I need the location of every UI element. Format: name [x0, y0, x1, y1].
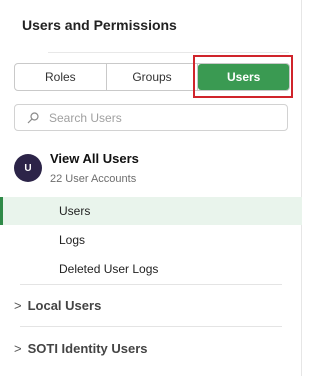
section-divider: [20, 284, 282, 285]
nav-item-deleted-user-logs[interactable]: Deleted User Logs: [0, 255, 302, 283]
panel-title: Users and Permissions: [22, 17, 177, 33]
group-soti-identity-users-label: SOTI Identity Users: [27, 341, 148, 356]
search-icon: [27, 111, 39, 124]
tab-users[interactable]: Users: [198, 64, 290, 90]
nav-item-logs[interactable]: Logs: [0, 226, 302, 254]
title-divider: [48, 52, 289, 53]
account-text: View All Users 22 User Accounts: [50, 150, 139, 185]
tab-segmented-control: Roles Groups Users: [14, 63, 290, 91]
section-divider: [20, 326, 282, 327]
avatar: U: [14, 154, 42, 182]
chevron-right-icon: >: [14, 341, 22, 356]
search-box: [14, 104, 288, 131]
tab-groups[interactable]: Groups: [107, 64, 199, 90]
user-accounts-count: 22 User Accounts: [50, 173, 137, 185]
view-all-users-section: U View All Users 22 User Accounts: [14, 150, 139, 185]
group-soti-identity-users[interactable]: > SOTI Identity Users: [14, 341, 148, 356]
nav-item-users[interactable]: Users: [0, 197, 302, 225]
group-local-users[interactable]: > Local Users: [14, 298, 101, 313]
users-permissions-panel: Users and Permissions Roles Groups Users…: [0, 0, 302, 376]
tab-roles[interactable]: Roles: [15, 64, 107, 90]
search-input[interactable]: [47, 109, 271, 126]
view-all-users-link[interactable]: View All Users: [50, 150, 139, 167]
group-local-users-label: Local Users: [27, 298, 102, 313]
chevron-right-icon: >: [14, 298, 22, 313]
